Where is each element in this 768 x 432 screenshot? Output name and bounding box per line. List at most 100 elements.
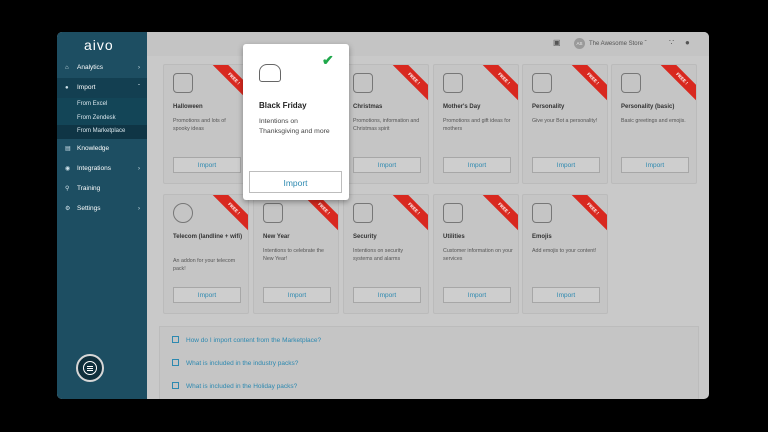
- turkey-icon: [259, 64, 281, 82]
- book-icon: ▤: [65, 145, 71, 152]
- faq-link[interactable]: What is included in the industry packs?: [172, 358, 298, 370]
- pack-card-utilities: FREE ! Utilities Customer information on…: [433, 194, 519, 314]
- sidebar-item-label: Knowledge: [77, 144, 110, 152]
- free-badge: FREE !: [654, 65, 696, 106]
- card-title: Security: [353, 234, 377, 240]
- chat-launcher-button[interactable]: [76, 354, 104, 382]
- import-button[interactable]: Import: [443, 287, 511, 303]
- faq-link-text: What is included in the industry packs?: [186, 360, 299, 367]
- card-description: An addon for your telecom pack!: [173, 258, 236, 272]
- import-button[interactable]: Import: [353, 157, 421, 173]
- sidebar-item-label: Training: [77, 184, 101, 192]
- external-link-icon: [172, 335, 179, 343]
- sidebar-item-settings[interactable]: ⚙ Settings ›: [57, 199, 147, 219]
- free-badge: FREE !: [476, 65, 518, 106]
- card-description: Basic greetings and emojis.: [621, 118, 686, 124]
- import-button[interactable]: Import: [353, 287, 421, 303]
- gift-icon: [443, 73, 463, 93]
- chevron-right-icon: ›: [138, 205, 140, 212]
- free-badge: FREE !: [386, 65, 428, 106]
- free-badge: FREE !: [386, 195, 428, 236]
- chevron-right-icon: ›: [138, 165, 140, 172]
- external-link-icon: [172, 358, 179, 366]
- card-description: Promotions, information and Christmas sp…: [353, 118, 420, 132]
- app-logo: aivo: [84, 37, 114, 53]
- house-icon: [443, 203, 463, 223]
- free-badge: FREE !: [565, 65, 607, 106]
- import-button[interactable]: Import: [249, 171, 342, 193]
- import-submenu: From Excel From Zendesk From Marketplace: [57, 98, 147, 139]
- pack-card-emojis: FREE ! Emojis Add emojis to your content…: [522, 194, 608, 314]
- faq-panel: How do I import content from the Marketp…: [159, 326, 699, 399]
- chevron-right-icon: ›: [138, 65, 140, 71]
- sidebar-item-label: Import: [77, 84, 96, 91]
- sidebar-item-training[interactable]: ⚲ Training: [57, 179, 147, 199]
- home-icon: ⌂: [65, 65, 69, 71]
- card-title: Telecom (landline + wifi): [173, 234, 243, 240]
- pack-card-personality: FREE ! Personality Give your Bot a perso…: [522, 64, 608, 184]
- pumpkin-icon: [173, 73, 193, 93]
- card-title: Mother's Day: [443, 104, 481, 110]
- card-title: Christmas: [353, 104, 383, 110]
- card-title: Halloween: [173, 104, 203, 110]
- submenu-item-zendesk[interactable]: From Zendesk: [57, 112, 147, 126]
- app-window: aivo ⌂ Analytics › ● Import ˇ From Excel…: [57, 32, 709, 399]
- pack-card-black-friday: ✔ Black Friday Intentions on Thanksgivin…: [243, 44, 349, 200]
- rss-icon[interactable]: ∵: [669, 38, 674, 47]
- card-description: Intentions to celebrate the New Year!: [263, 248, 324, 262]
- card-description: Intentions on Thanksgiving and more: [259, 118, 330, 135]
- sidebar-item-integrations[interactable]: ◉ Integrations ›: [57, 159, 147, 179]
- card-description: Intentions on security systems and alarm…: [353, 248, 404, 262]
- pack-card-christmas: FREE ! Christmas Promotions, information…: [343, 64, 429, 184]
- import-button[interactable]: Import: [443, 157, 511, 173]
- sidebar-item-import[interactable]: ● Import ˇ: [57, 78, 147, 98]
- top-bar: ▣ AS The Awesome Store ˇ ∵ ●: [147, 32, 709, 56]
- import-button[interactable]: Import: [263, 287, 331, 303]
- import-button[interactable]: Import: [173, 287, 241, 303]
- card-title: Personality (basic): [621, 104, 675, 110]
- smile-icon: [621, 73, 641, 93]
- lock-icon: [353, 203, 373, 223]
- import-button[interactable]: Import: [532, 287, 600, 303]
- chat-bubble-icon[interactable]: ▣: [553, 38, 561, 47]
- user-profile-icon[interactable]: ●: [685, 38, 690, 47]
- pack-card-mothers-day: FREE ! Mother's Day Promotions and gift …: [433, 64, 519, 184]
- card-description: Promotions and lots of spooky ideas: [173, 118, 226, 132]
- mask-icon: [532, 73, 552, 93]
- faq-link[interactable]: What is included in the Holiday packs?: [172, 381, 297, 393]
- pack-card-security: FREE ! Security Intentions on security s…: [343, 194, 429, 314]
- pack-card-personality-basic: FREE ! Personality (basic) Basic greetin…: [611, 64, 697, 184]
- free-badge: FREE !: [206, 195, 248, 236]
- menu-icon: [83, 361, 97, 375]
- import-button[interactable]: Import: [621, 157, 689, 173]
- tree-icon: [353, 73, 373, 93]
- card-title: Black Friday: [259, 101, 307, 110]
- envelope-icon: [263, 203, 283, 223]
- emoji-icon: [532, 203, 552, 223]
- sidebar-item-label: Analytics: [77, 64, 104, 71]
- check-icon: ✔: [322, 52, 334, 68]
- pack-card-new-year: FREE ! New Year Intentions to celebrate …: [253, 194, 339, 314]
- store-selector[interactable]: AS The Awesome Store ˇ: [574, 36, 647, 52]
- external-link-icon: [172, 381, 179, 389]
- card-description: Give your Bot a personality!: [532, 118, 598, 124]
- import-button[interactable]: Import: [532, 157, 600, 173]
- chevron-down-icon: ˇ: [138, 85, 140, 91]
- import-button[interactable]: Import: [173, 157, 241, 173]
- chevron-down-icon: ˇ: [644, 41, 647, 47]
- submenu-item-excel[interactable]: From Excel: [57, 98, 147, 112]
- sidebar-item-knowledge[interactable]: ▤ Knowledge: [57, 139, 147, 159]
- sidebar-item-label: Settings: [77, 204, 101, 212]
- sidebar-item-analytics[interactable]: ⌂ Analytics ›: [57, 58, 147, 78]
- card-description: Add emojis to your content!: [532, 248, 597, 254]
- sidebar-item-label: Integrations: [77, 164, 111, 172]
- faq-link-text: What is included in the Holiday packs?: [186, 383, 298, 390]
- faq-link[interactable]: How do I import content from the Marketp…: [172, 335, 321, 347]
- submenu-item-marketplace[interactable]: From Marketplace: [57, 125, 147, 139]
- free-badge: FREE !: [476, 195, 518, 236]
- card-title: Utilities: [443, 234, 465, 240]
- free-badge: FREE !: [296, 195, 338, 236]
- sidebar: aivo ⌂ Analytics › ● Import ˇ From Excel…: [57, 32, 147, 399]
- card-description: Promotions and gift ideas for mothers: [443, 118, 511, 132]
- pack-card-halloween: FREE ! Halloween Promotions and lots of …: [163, 64, 249, 184]
